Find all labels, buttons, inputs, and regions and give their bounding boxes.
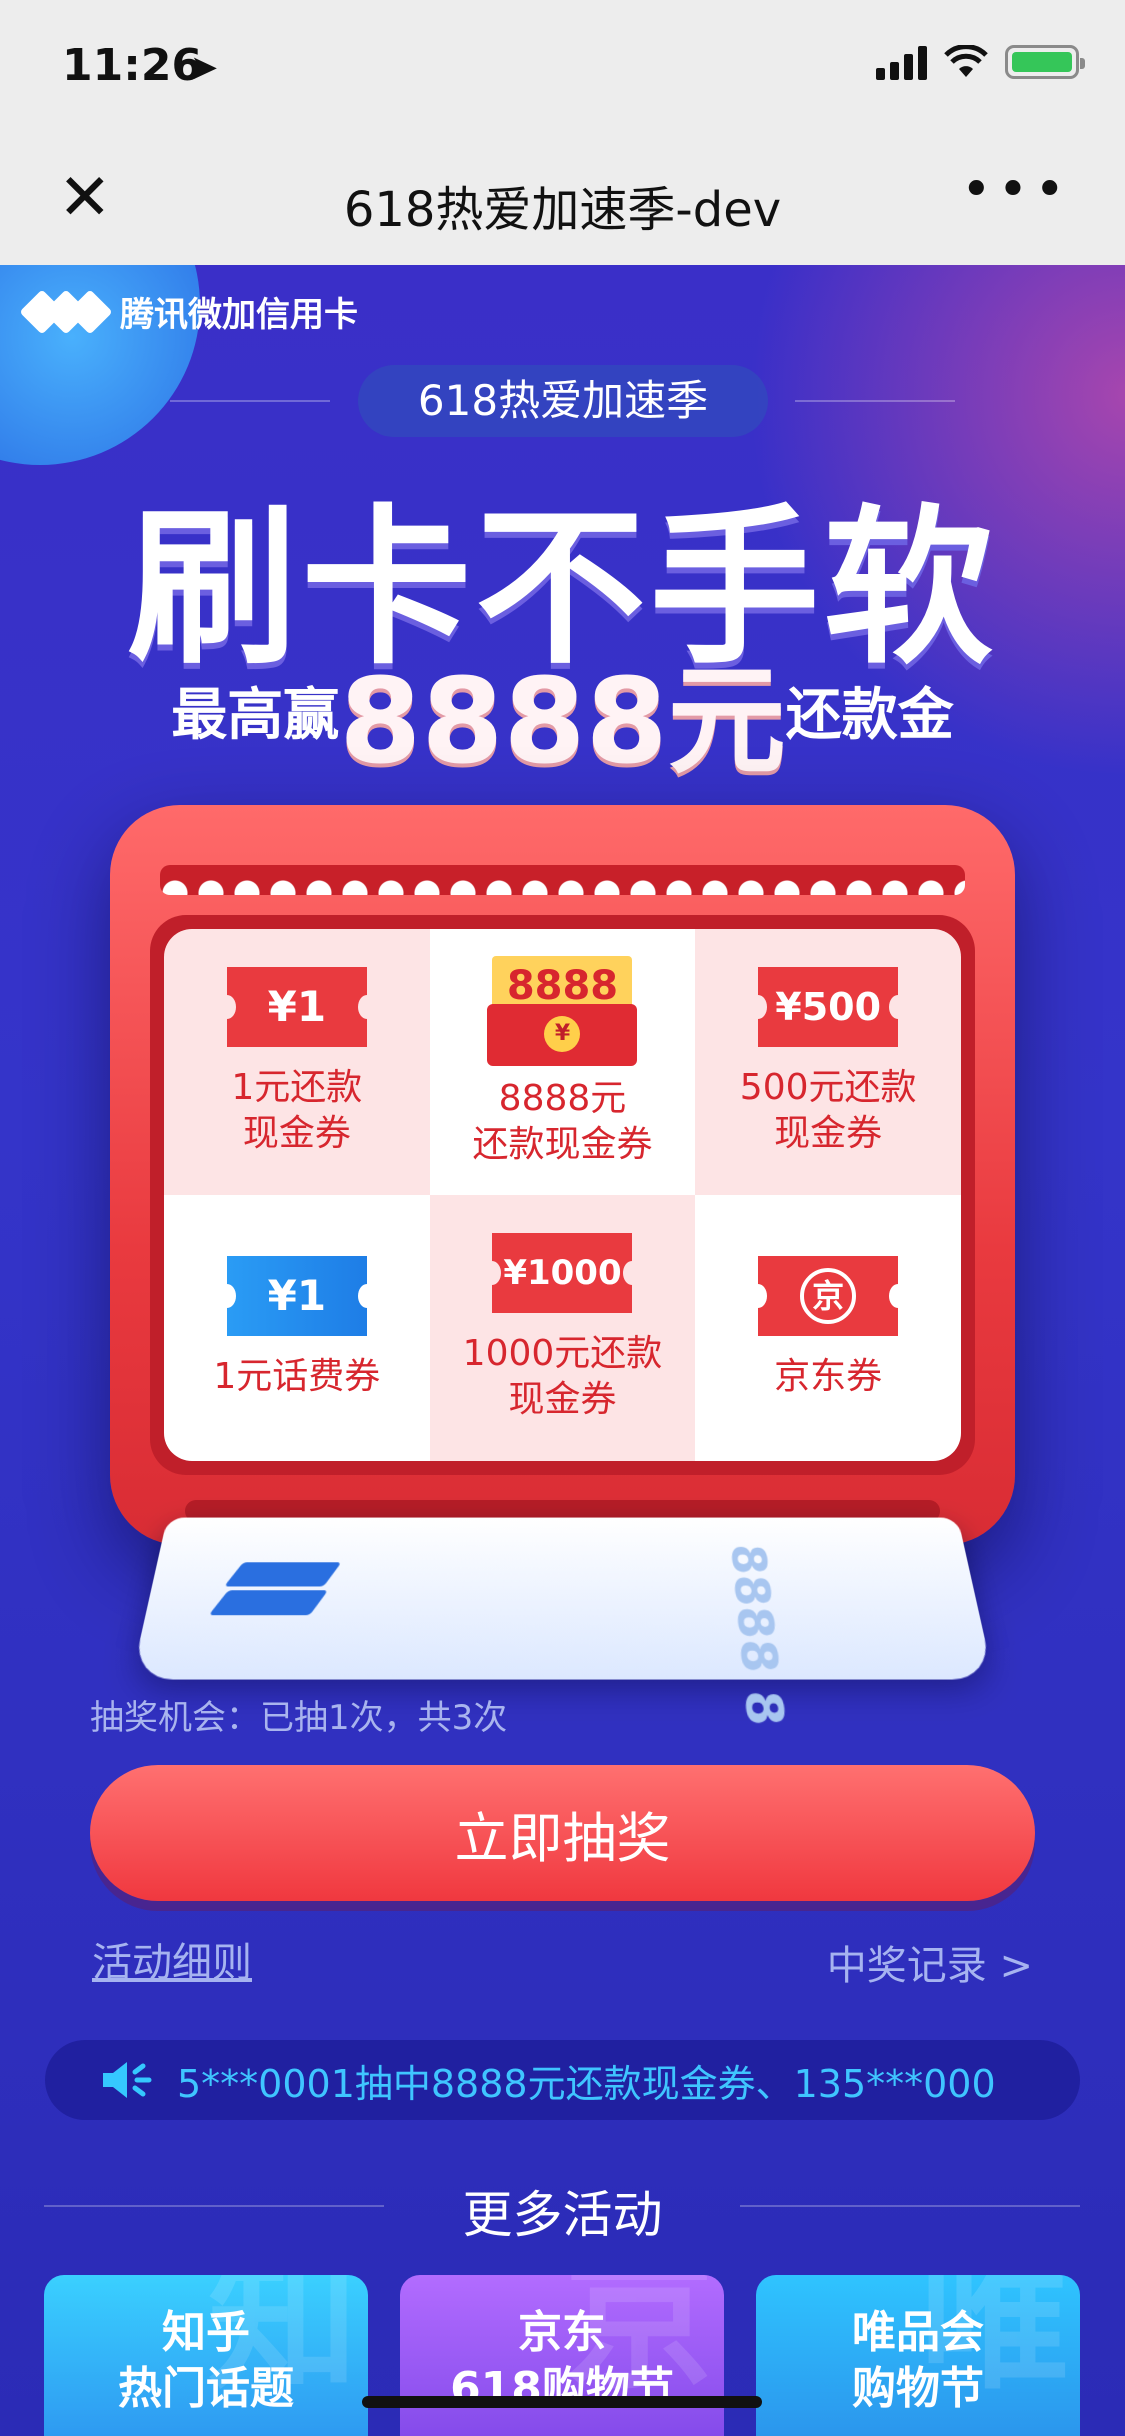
brand-name: 腾讯微加信用卡 <box>120 287 358 336</box>
speaker-icon <box>101 2060 155 2100</box>
jd-ticket-icon: 京 <box>758 1256 898 1336</box>
red-ticket-icon: ¥1000 <box>492 1233 632 1313</box>
home-indicator[interactable] <box>362 2396 762 2408</box>
prize-cell: 京 京东券 <box>695 1195 961 1461</box>
prize-label: 京东券 <box>774 1354 882 1400</box>
activity-card-zhihu[interactable]: 知 知乎 热门话题 <box>44 2275 368 2436</box>
machine-top-slot <box>160 865 965 895</box>
watermark: 京 <box>564 2295 714 2351</box>
prize-label: 1元话费券 <box>213 1354 380 1400</box>
prize-cell: 8888 ¥ 8888元 还款现金券 <box>430 929 696 1195</box>
location-arrow-icon: ➤ <box>190 48 219 88</box>
jd-badge: 京 <box>800 1268 856 1324</box>
blue-ticket-icon: ¥1 <box>227 1256 367 1336</box>
prize-cell: ¥1 1元还款 现金券 <box>164 929 430 1195</box>
prize-label: 现金券 <box>243 1111 351 1157</box>
wifi-icon <box>943 45 989 79</box>
status-icons <box>876 44 1079 80</box>
activity-page: 腾讯微加信用卡 618热爱加速季 刷卡不手软 最高赢8888元还款金 ¥1 1元… <box>0 265 1125 2436</box>
ticker-text: 5***0001抽中8888元还款现金券、135***000 <box>177 2053 996 2108</box>
brand-icon <box>24 292 106 332</box>
divider <box>170 400 330 402</box>
card-logo-icon <box>226 1562 354 1619</box>
prize-label: 1000元还款 <box>463 1331 663 1377</box>
subline-prefix: 最高赢 <box>171 683 339 748</box>
status-time: 11:26 <box>62 40 202 91</box>
more-activities-title: 更多活动 <box>0 2175 1125 2247</box>
winners-ticker: 5***0001抽中8888元还款现金券、135***000 <box>45 2040 1080 2120</box>
prize-cell: ¥1000 1000元还款 现金券 <box>430 1195 696 1461</box>
prize-label: 8888元 <box>499 1076 627 1122</box>
sub-headline: 最高赢8888元还款金 <box>0 625 1125 796</box>
red-packet-icon: 8888 ¥ <box>487 956 637 1066</box>
rules-link[interactable]: 活动细则 <box>92 1930 252 1988</box>
top-bar: 11:26 ➤ ✕ 618热爱加速季-dev ••• <box>0 0 1125 265</box>
watermark: 知 <box>208 2295 358 2351</box>
page-title: 618热爱加速季-dev <box>0 170 1125 240</box>
battery-icon <box>1005 45 1079 79</box>
brand-logo: 腾讯微加信用卡 <box>24 287 358 336</box>
prize-cell: ¥500 500元还款 现金券 <box>695 929 961 1195</box>
draw-chances: 抽奖机会：已抽1次，共3次 <box>90 1690 507 1739</box>
activity-card-jd[interactable]: 京 京东 618购物节 <box>400 2275 724 2436</box>
prize-label: 1元还款 <box>231 1065 362 1111</box>
prize-label: 还款现金券 <box>472 1122 652 1168</box>
red-ticket-icon: ¥500 <box>758 967 898 1047</box>
prize-grid: ¥1 1元还款 现金券 8888 ¥ 8888元 还款现金券 ¥500 500元… <box>164 929 961 1461</box>
prize-label: 500元还款 <box>740 1065 917 1111</box>
watermark: 唯 <box>920 2295 1070 2351</box>
prize-amount: 8888元 <box>339 652 785 790</box>
divider <box>795 400 955 402</box>
prize-cell: ¥1 1元话费券 <box>164 1195 430 1461</box>
subline-suffix: 还款金 <box>786 683 954 748</box>
credit-card-image: 8888 8 <box>131 1518 994 1680</box>
activity-card-vip[interactable]: 唯 唯品会 购物节 <box>756 2275 1080 2436</box>
red-ticket-icon: ¥1 <box>227 967 367 1047</box>
signal-icon <box>876 44 927 80</box>
lottery-machine: ¥1 1元还款 现金券 8888 ¥ 8888元 还款现金券 ¥500 500元… <box>110 805 1015 1545</box>
season-label: 618热爱加速季 <box>358 365 768 437</box>
card-number: 8888 8 <box>720 1544 796 1726</box>
more-menu-icon[interactable]: ••• <box>961 160 1071 220</box>
prize-frame: ¥1 1元还款 现金券 8888 ¥ 8888元 还款现金券 ¥500 500元… <box>150 915 975 1475</box>
draw-now-button[interactable]: 立即抽奖 <box>90 1765 1035 1901</box>
win-records-link[interactable]: 中奖记录 > <box>827 1933 1033 1991</box>
prize-label: 现金券 <box>508 1377 616 1423</box>
prize-label: 现金券 <box>774 1111 882 1157</box>
